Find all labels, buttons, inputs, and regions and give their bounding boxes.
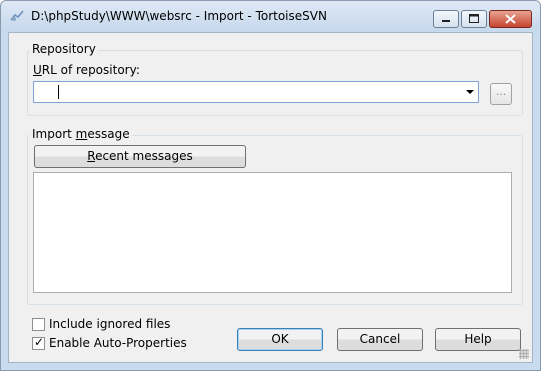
minimize-button[interactable] bbox=[433, 10, 459, 28]
checkmark-icon: ✓ bbox=[34, 335, 45, 349]
import-message-group-label: Import message bbox=[30, 127, 132, 141]
url-combobox[interactable] bbox=[33, 81, 479, 103]
browse-repository-button[interactable]: ... bbox=[490, 83, 512, 105]
title-bar[interactable]: D:\phpStudy\WWW\websrc - Import - Tortoi… bbox=[1, 1, 540, 31]
auto-properties-checkbox[interactable]: ✓ bbox=[32, 335, 45, 350]
dropdown-arrow-icon[interactable] bbox=[466, 90, 474, 94]
window-title: D:\phpStudy\WWW\websrc - Import - Tortoi… bbox=[31, 9, 327, 23]
ok-button[interactable]: OK bbox=[237, 328, 323, 351]
import-message-textarea[interactable] bbox=[33, 172, 512, 293]
cancel-button[interactable]: Cancel bbox=[337, 328, 423, 351]
auto-properties-label[interactable]: Enable Auto-Properties bbox=[49, 336, 187, 350]
dialog-client-area: Repository URL of repository: ... Import… bbox=[8, 32, 533, 363]
recent-messages-button[interactable]: Recent messages bbox=[34, 145, 246, 168]
tortoisesvn-icon bbox=[10, 10, 24, 21]
maximize-button[interactable] bbox=[461, 10, 487, 28]
maximize-icon bbox=[469, 14, 479, 23]
url-label: URL of repository: bbox=[33, 63, 140, 77]
resize-grip-icon[interactable] bbox=[519, 349, 529, 359]
import-dialog-window: D:\phpStudy\WWW\websrc - Import - Tortoi… bbox=[0, 0, 541, 371]
help-button[interactable]: Help bbox=[435, 328, 521, 351]
include-ignored-label[interactable]: Include ignored files bbox=[49, 317, 170, 331]
close-button[interactable] bbox=[489, 10, 532, 28]
repository-group-label: Repository bbox=[30, 42, 98, 56]
include-ignored-checkbox[interactable] bbox=[32, 318, 45, 331]
text-caret bbox=[58, 85, 59, 99]
minimize-icon bbox=[442, 20, 450, 22]
close-icon bbox=[505, 14, 516, 24]
